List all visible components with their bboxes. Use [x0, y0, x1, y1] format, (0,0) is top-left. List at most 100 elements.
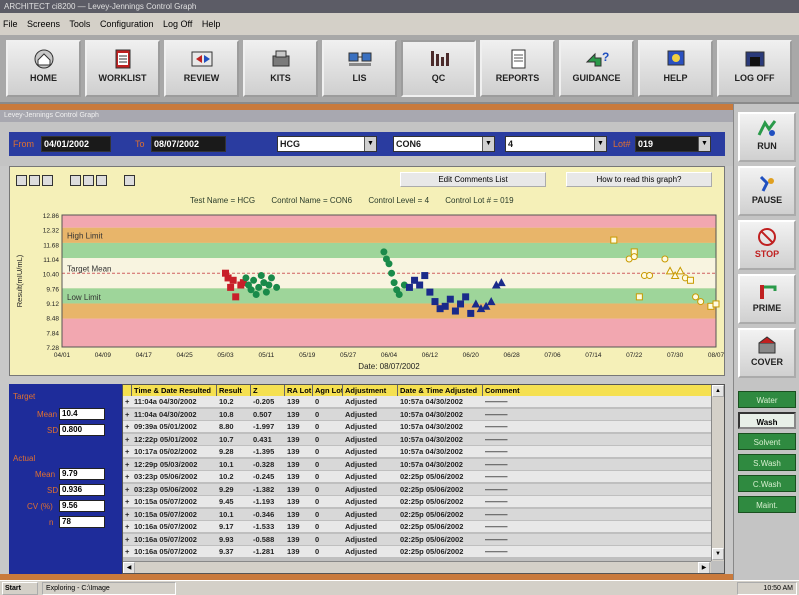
lis-button[interactable]: LIS: [322, 40, 397, 97]
expand-icon[interactable]: +: [123, 534, 132, 545]
filter-bar: From 04/01/2002 To 08/07/2002 HCG ▼ CON6…: [0, 122, 733, 166]
horizontal-scrollbar[interactable]: ◀ ▶: [123, 561, 711, 573]
column-header[interactable]: [123, 385, 132, 396]
chevron-down-icon[interactable]: ▼: [698, 137, 710, 151]
chevron-down-icon[interactable]: ▼: [594, 137, 606, 151]
qc-button[interactable]: QC: [401, 40, 476, 97]
table-row[interactable]: +10:16a 05/07/2002 9.93 -0.588 139 0 Adjusted…: [123, 533, 713, 545]
column-header[interactable]: Adjustment: [343, 385, 398, 396]
run-icon: [757, 120, 777, 136]
expand-icon[interactable]: +: [123, 409, 132, 420]
column-header[interactable]: Z: [251, 385, 285, 396]
table-row[interactable]: +10:16a 05/07/2002 9.17 -1.533 139 0 Adjusted…: [123, 521, 713, 532]
data-point: [252, 290, 260, 298]
pause-button[interactable]: PAUSE: [738, 166, 796, 216]
table-row[interactable]: +12:29p 05/03/2002 10.1 -0.328 139 0 Adjusted…: [123, 458, 713, 470]
scroll-left-icon[interactable]: ◀: [123, 562, 135, 573]
table-row[interactable]: +10:15a 05/07/2002 9.45 -1.193 139 0 Adjusted…: [123, 496, 713, 507]
home-button[interactable]: HOME: [6, 40, 81, 97]
level-select[interactable]: 4 ▼: [505, 136, 607, 152]
prime-button[interactable]: PRIME: [738, 274, 796, 324]
help-button[interactable]: HELP: [638, 40, 713, 97]
cover-button[interactable]: COVER: [738, 328, 796, 378]
expand-icon[interactable]: +: [123, 421, 132, 432]
zoom-icon[interactable]: [29, 175, 40, 186]
expand-icon[interactable]: +: [123, 521, 132, 532]
run-button[interactable]: RUN: [738, 112, 796, 162]
to-date-field[interactable]: 08/07/2002: [151, 136, 226, 152]
chevron-down-icon[interactable]: ▼: [482, 137, 494, 151]
kits-button[interactable]: KITS: [243, 40, 318, 97]
view-icon[interactable]: [16, 175, 27, 186]
column-header[interactable]: Time & Date Resulted: [132, 385, 217, 396]
logoff-button[interactable]: LOG OFF: [717, 40, 792, 97]
c-wash-button[interactable]: C.Wash: [738, 475, 796, 492]
layout-icon[interactable]: [96, 175, 108, 186]
worklist-button[interactable]: WORKLIST: [85, 40, 160, 97]
chevron-down-icon[interactable]: ▼: [364, 137, 376, 151]
table-row[interactable]: +03:23p 05/06/2002 10.2 -0.245 139 0 Adjusted…: [123, 471, 713, 482]
table-row[interactable]: +03:23p 05/06/2002 9.29 -1.382 139 0 Adjusted…: [123, 483, 713, 495]
expand-icon[interactable]: +: [123, 484, 132, 495]
table-cell: ———: [485, 472, 508, 481]
column-header[interactable]: RA Lot: [285, 385, 313, 396]
menu-logoff[interactable]: Log Off: [163, 19, 192, 29]
guidance-button[interactable]: ? GUIDANCE: [559, 40, 634, 97]
column-header[interactable]: Comment: [483, 385, 713, 396]
vertical-scrollbar[interactable]: ▲ ▼: [711, 385, 724, 561]
expand-icon[interactable]: +: [123, 434, 132, 445]
chart-options-icon[interactable]: [124, 175, 136, 186]
column-header[interactable]: Agn Lot: [313, 385, 343, 396]
menu-tools[interactable]: Tools: [69, 19, 90, 29]
table-row[interactable]: +11:04a 04/30/2002 10.2 -0.205 139 0 Adjusted…: [123, 396, 713, 407]
lot-select[interactable]: 019 ▼: [635, 136, 711, 152]
control-select[interactable]: CON6 ▼: [393, 136, 495, 152]
chart-tools: [16, 175, 186, 187]
taskbar-item-explorer[interactable]: Exploring - C:\Image: [42, 582, 176, 595]
from-date-field[interactable]: 04/01/2002: [41, 136, 111, 152]
reports-button[interactable]: REPORTS: [480, 40, 555, 97]
scroll-up-icon[interactable]: ▲: [712, 385, 724, 397]
edit-comments-button[interactable]: Edit Comments List: [400, 172, 546, 187]
data-point: [630, 253, 638, 261]
table-row[interactable]: +11:04a 04/30/2002 10.8 0.507 139 0 Adjusted 1…: [123, 408, 713, 420]
expand-icon[interactable]: +: [123, 396, 132, 407]
column-header[interactable]: Result: [217, 385, 251, 396]
column-header[interactable]: Date & Time Adjusted: [398, 385, 483, 396]
expand-icon[interactable]: +: [123, 509, 132, 520]
stop-button[interactable]: STOP: [738, 220, 796, 270]
solvent-button[interactable]: Solvent: [738, 433, 796, 450]
review-button[interactable]: REVIEW: [164, 40, 239, 97]
start-button[interactable]: Start: [2, 582, 38, 595]
test-select[interactable]: HCG ▼: [277, 136, 377, 152]
menu-help[interactable]: Help: [202, 19, 221, 29]
x-tick-label: 07/06: [544, 352, 561, 359]
scroll-down-icon[interactable]: ▼: [712, 548, 724, 560]
expand-icon[interactable]: +: [123, 459, 132, 470]
expand-icon[interactable]: +: [123, 446, 132, 457]
table-row[interactable]: +10:16a 05/07/2002 9.37 -1.281 139 0 Adjusted…: [123, 546, 713, 557]
grid-icon[interactable]: [83, 175, 95, 186]
table-row[interactable]: +09:39a 05/01/2002 8.80 -1.997 139 0 Adjusted…: [123, 421, 713, 432]
table-cell: 9.45: [219, 497, 234, 506]
print-icon[interactable]: [42, 175, 53, 186]
expand-icon[interactable]: +: [123, 471, 132, 482]
table-cell: 0: [315, 522, 320, 531]
expand-icon[interactable]: +: [123, 546, 132, 557]
expand-icon[interactable]: +: [123, 496, 132, 507]
menu-screens[interactable]: Screens: [27, 19, 60, 29]
s-wash-button[interactable]: S.Wash: [738, 454, 796, 471]
wash-button[interactable]: Wash: [738, 412, 796, 429]
scroll-right-icon[interactable]: ▶: [698, 562, 710, 573]
x-tick-label: 07/14: [585, 352, 602, 359]
table-row[interactable]: +12:22p 05/01/2002 10.7 0.431 139 0 Adjusted 1…: [123, 433, 713, 445]
table-row[interactable]: +10:15a 05/07/2002 10.1 -0.346 139 0 Adjusted…: [123, 508, 713, 520]
how-to-read-button[interactable]: How to read this graph?: [566, 172, 712, 187]
maint-button[interactable]: Maint.: [738, 496, 796, 513]
menu-file[interactable]: File: [3, 19, 18, 29]
y-tick-label: 12.32: [43, 228, 60, 235]
menu-configuration[interactable]: Configuration: [100, 19, 154, 29]
copy-icon[interactable]: [70, 175, 82, 186]
water-button[interactable]: Water: [738, 391, 796, 408]
table-row[interactable]: +10:17a 05/02/2002 9.28 -1.395 139 0 Adjusted…: [123, 446, 713, 457]
